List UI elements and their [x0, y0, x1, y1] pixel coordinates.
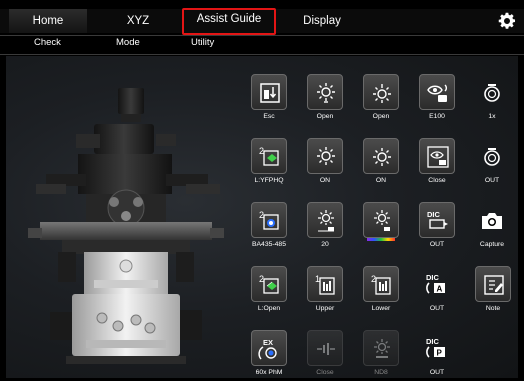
- field-diaphragm-button[interactable]: [307, 330, 343, 366]
- dic-prism-icon: DIC: [427, 210, 448, 229]
- objective-label: 60x PhM: [255, 369, 283, 376]
- dia-intensity-label: 20: [321, 241, 329, 248]
- epi-shutter-open-label: Open: [372, 113, 390, 120]
- top-nav-bar: Home XYZ Assist Guide Display: [0, 8, 524, 35]
- main-stage: Esc Open Open E100 1x 2 L:YFPHQ ON ON Cl…: [6, 56, 518, 378]
- svg-text:2: 2: [371, 274, 376, 284]
- svg-text:1: 1: [315, 274, 320, 284]
- svg-text:DIC: DIC: [426, 273, 440, 282]
- optical-element-label: OUT: [484, 177, 500, 184]
- tab-xyz[interactable]: XYZ: [100, 9, 176, 33]
- filter-open-button[interactable]: 2: [251, 266, 287, 302]
- barrier-filter-label: BA435-485: [251, 241, 286, 248]
- filter-cube-green-icon: 2: [259, 146, 279, 166]
- nd-filter-button[interactable]: [363, 330, 399, 366]
- epi-intensity-icon: [374, 210, 390, 231]
- dia-lamp-on-button[interactable]: [307, 138, 343, 174]
- dic-polarizer-label: OUT: [429, 369, 445, 376]
- svg-text:DIC: DIC: [426, 337, 440, 346]
- barrier-filter-button[interactable]: 2: [251, 202, 287, 238]
- esc-button[interactable]: [251, 74, 287, 110]
- filter-open-icon: 2: [259, 274, 279, 294]
- eyepiece-port-label: E100: [429, 113, 445, 120]
- dic-analyzer-button[interactable]: DIC A: [419, 266, 455, 302]
- eyepiece-shutter-label: Close: [428, 177, 446, 184]
- tab-home[interactable]: Home: [9, 9, 87, 33]
- capture-label: Capture: [479, 241, 505, 248]
- dia-lamp-icon: [317, 147, 335, 165]
- barrier-filter-icon: 2: [259, 210, 279, 230]
- field-diaphragm-icon: [317, 343, 335, 355]
- epi-lamp-shutter-icon: [373, 84, 391, 103]
- subtab-mode[interactable]: Mode: [116, 37, 140, 48]
- field-diaphragm-label: Close: [316, 369, 334, 376]
- eyepiece-port-button[interactable]: [419, 74, 455, 110]
- note-edit-icon: [484, 275, 504, 295]
- capture-button[interactable]: [474, 202, 510, 238]
- dic-polarizer-button[interactable]: DIC P: [419, 330, 455, 366]
- tab-assist-guide[interactable]: Assist Guide: [182, 8, 276, 35]
- filter-open-label: L:Open: [257, 305, 281, 312]
- filter-cube-label: L:YFPHQ: [254, 177, 284, 184]
- magnification-changer-button[interactable]: [474, 74, 510, 110]
- upper-turret-label: Upper: [315, 305, 335, 312]
- magnification-label: 1x: [488, 113, 496, 120]
- lamp-shutter-icon: [317, 83, 335, 103]
- note-button[interactable]: [475, 266, 511, 302]
- microscope-control-app: Home XYZ Assist Guide Display Check Mode…: [0, 0, 524, 381]
- esc-label: Esc: [263, 113, 275, 120]
- svg-text:P: P: [437, 349, 443, 358]
- dia-lamp-label: ON: [319, 177, 331, 184]
- svg-text:2: 2: [259, 210, 264, 220]
- shutter-open-button[interactable]: [307, 74, 343, 110]
- subtab-check[interactable]: Check: [34, 37, 61, 48]
- epi-lamp-on-button[interactable]: [363, 138, 399, 174]
- svg-text:DIC: DIC: [427, 210, 441, 219]
- microscope-image: [28, 88, 224, 364]
- upper-turret-icon: 1: [315, 274, 335, 295]
- svg-text:2: 2: [259, 274, 264, 284]
- dia-intensity-button[interactable]: [307, 202, 343, 238]
- optical-element-out-button[interactable]: [474, 138, 510, 174]
- lower-turret-label: Lower: [371, 305, 391, 312]
- settings-gear-icon[interactable]: [498, 12, 516, 30]
- filter-cube-button[interactable]: 2: [251, 138, 287, 174]
- dic-polarizer-icon: DIC P: [426, 337, 445, 358]
- lower-turret-icon: 2: [371, 274, 391, 295]
- escape-objective-icon: [260, 83, 280, 103]
- lower-turret-button[interactable]: 2: [363, 266, 399, 302]
- magnifier-dial-icon: [484, 84, 500, 102]
- epi-intensity-button[interactable]: [363, 202, 399, 238]
- tab-display[interactable]: Display: [280, 9, 364, 33]
- nd-filter-icon: [374, 339, 390, 358]
- svg-text:2: 2: [259, 146, 264, 156]
- objective-ex-icon: EX: [258, 338, 277, 360]
- epi-shutter-open-button[interactable]: [363, 74, 399, 110]
- svg-text:A: A: [437, 285, 443, 294]
- subtab-utility[interactable]: Utility: [191, 37, 214, 48]
- objective-button[interactable]: EX: [251, 330, 287, 366]
- optical-dial-icon: [484, 148, 500, 166]
- epi-lamp-icon: [373, 148, 391, 166]
- eyepiece-camera-icon: [427, 84, 447, 102]
- sub-nav-bar: Check Mode Utility: [0, 35, 524, 55]
- upper-turret-button[interactable]: 1: [307, 266, 343, 302]
- dic-analyzer-icon: DIC A: [426, 273, 445, 294]
- intensity-icon: [318, 210, 334, 232]
- dic-prism-button[interactable]: DIC: [419, 202, 455, 238]
- eyepiece-closed-icon: [427, 146, 449, 168]
- nd-filter-label: ND8: [374, 369, 388, 376]
- svg-text:EX: EX: [263, 338, 273, 347]
- eyepiece-shutter-button[interactable]: [419, 138, 455, 174]
- epi-lamp-label: ON: [375, 177, 387, 184]
- camera-icon: [482, 213, 502, 229]
- spectrum-bar: [367, 238, 395, 241]
- note-label: Note: [485, 305, 501, 312]
- dic-prism-label: OUT: [429, 241, 445, 248]
- dic-analyzer-label: OUT: [429, 305, 445, 312]
- shutter-open-label: Open: [316, 113, 334, 120]
